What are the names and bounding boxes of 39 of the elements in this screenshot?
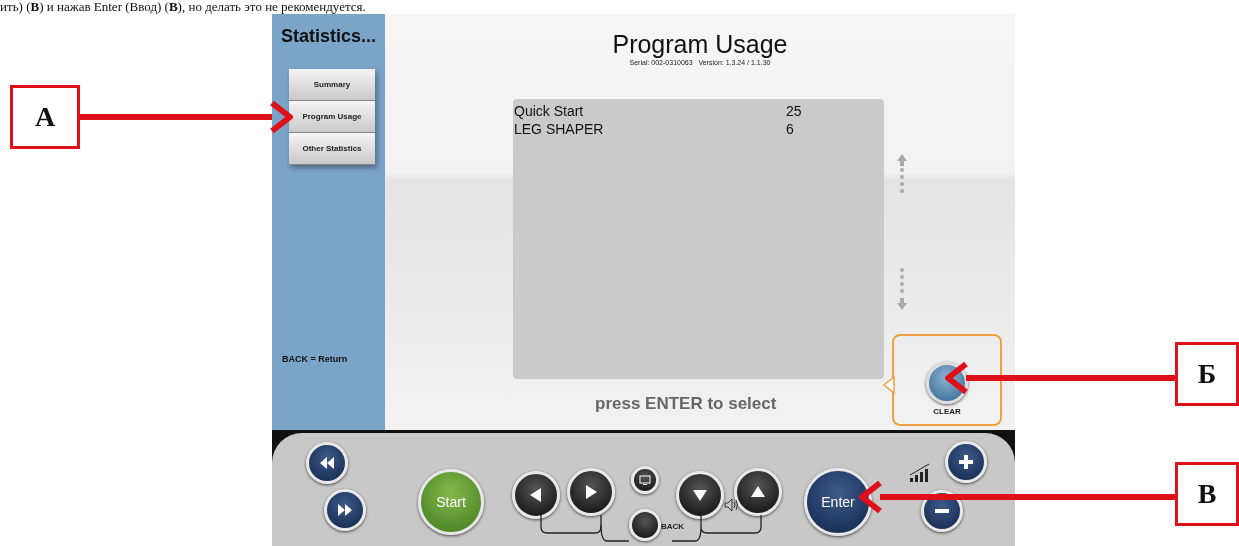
screen-title: Program Usage (612, 30, 788, 59)
right-button[interactable] (567, 468, 615, 516)
program-count: 25 (786, 102, 802, 120)
tv-icon (639, 475, 651, 485)
tv-button[interactable] (631, 466, 659, 494)
sidebar-title: Statistics... (281, 26, 378, 47)
back-button[interactable] (629, 509, 661, 541)
rewind-icon (318, 454, 336, 472)
program-name: LEG SHAPER (513, 120, 605, 138)
back-hint: BACK = Return (282, 354, 349, 364)
up-button[interactable] (734, 468, 782, 516)
minus-icon (935, 509, 949, 513)
callout-label: A (10, 85, 80, 149)
menu-item[interactable]: Summary (289, 69, 375, 101)
back-label: BACK (661, 522, 685, 531)
arrow-icon (859, 480, 1175, 514)
arrow-icon (945, 361, 1175, 395)
scroll-up-icon (897, 154, 907, 196)
callout-label: Б (1175, 342, 1239, 406)
plus-button[interactable] (945, 441, 987, 483)
select-hint: press ENTER to select (595, 394, 777, 414)
clear-label: CLEAR (933, 407, 961, 416)
enter-button[interactable]: Enter (804, 468, 872, 536)
program-count: 6 (786, 120, 794, 138)
program-name: Quick Start (513, 102, 585, 120)
menu-item[interactable]: Other Statistics (289, 133, 375, 165)
left-button[interactable] (512, 471, 560, 519)
down-button[interactable] (676, 471, 724, 519)
plus-icon (957, 453, 975, 471)
fast-forward-button[interactable] (324, 489, 366, 531)
arrow-icon (80, 100, 293, 134)
fast-forward-icon (336, 501, 354, 519)
scroll-down-icon (897, 268, 907, 310)
level-icon (909, 463, 931, 483)
rewind-button[interactable] (306, 442, 348, 484)
document-text: ить) (В) и нажав Enter (Ввод) (В), но делать это не рекомендуется. (0, 0, 366, 14)
speaker-icon (724, 498, 740, 512)
menu-item[interactable]: Program Usage (289, 101, 375, 133)
callout-label: В (1175, 462, 1239, 526)
